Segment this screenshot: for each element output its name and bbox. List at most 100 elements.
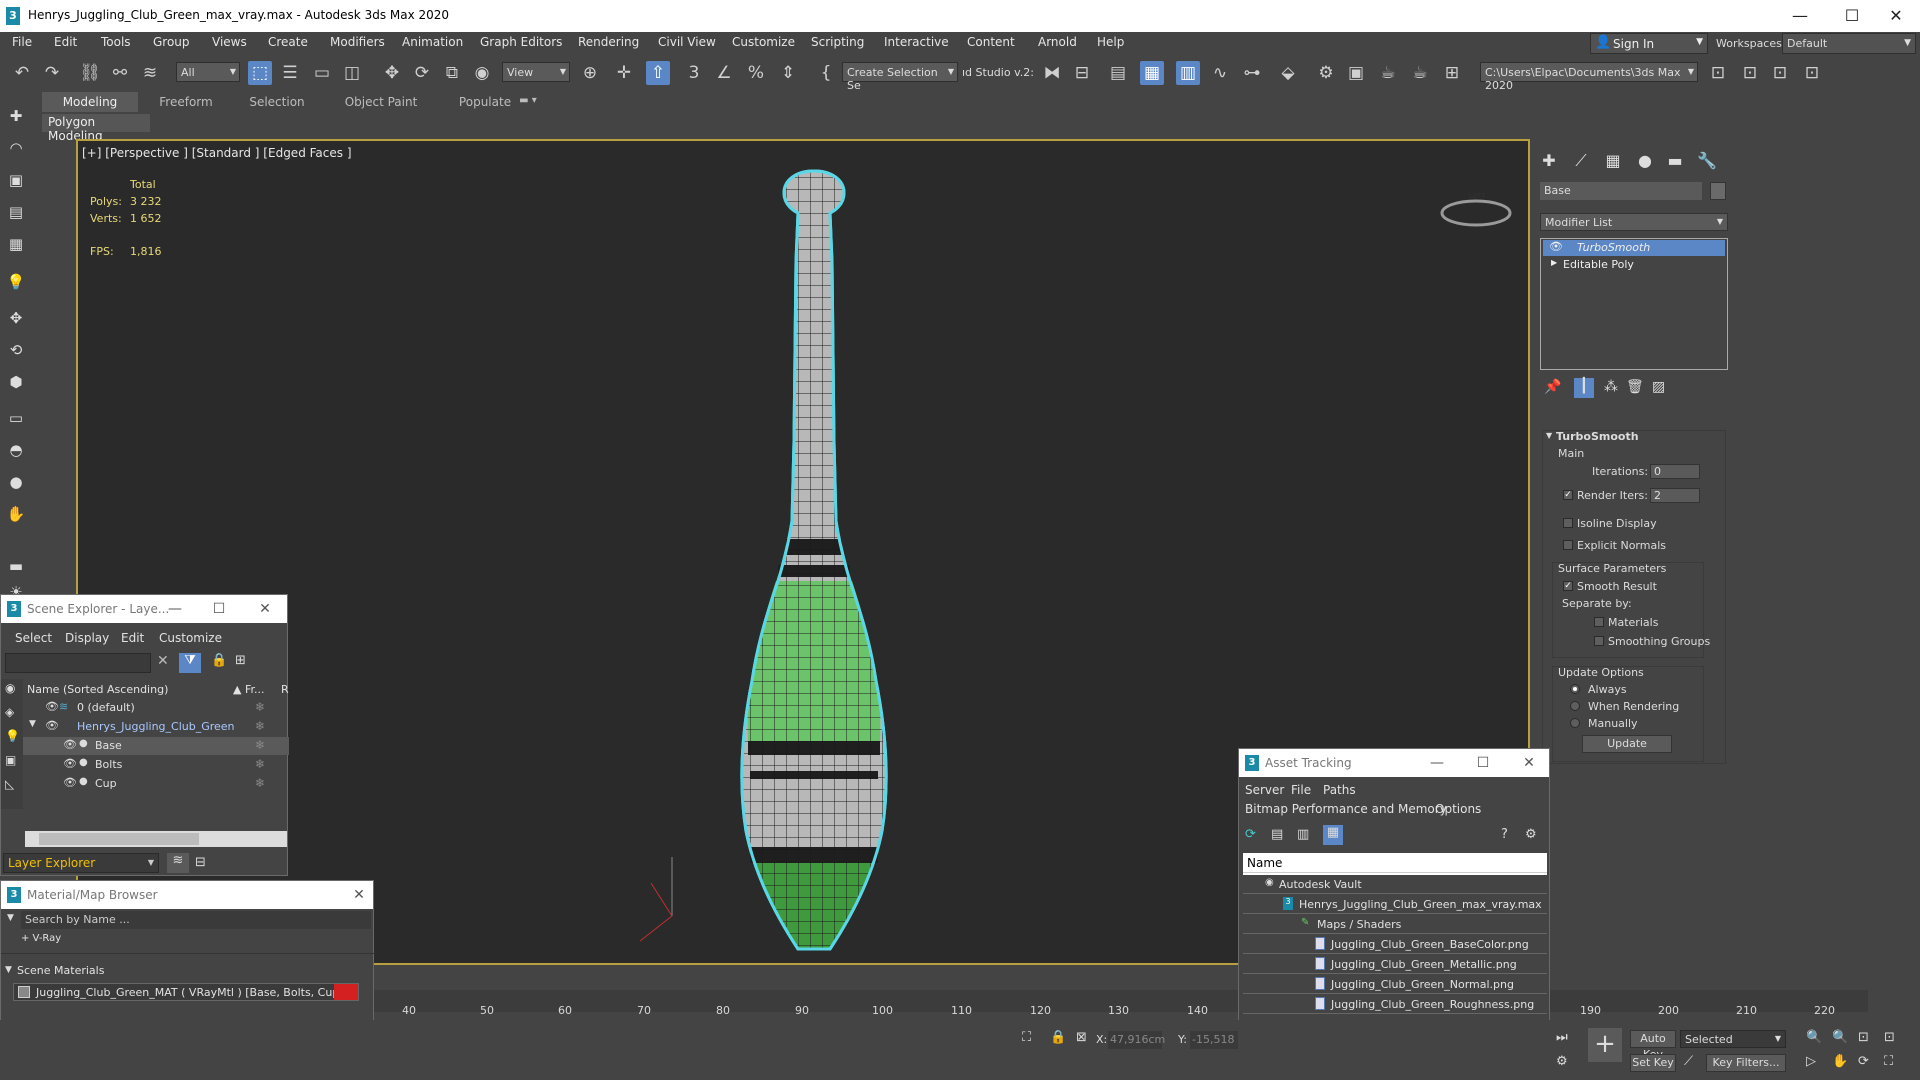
selection-lock-icon[interactable]: ⛶ bbox=[1022, 1030, 1031, 1045]
menu-arnold[interactable]: Arnold bbox=[1038, 35, 1077, 49]
scene-materials-group[interactable]: Scene Materials bbox=[17, 964, 104, 977]
key-mode-icon[interactable]: ⚙ bbox=[1556, 1054, 1568, 1069]
make-unique-icon[interactable]: ⁂ bbox=[1604, 379, 1618, 395]
remove-modifier-icon[interactable]: 🗑 bbox=[1626, 379, 1644, 395]
create-panel-icon[interactable]: ✚ bbox=[1538, 150, 1560, 172]
menu-civil-view[interactable]: Civil View bbox=[658, 35, 716, 49]
eye-icon[interactable]: 👁 bbox=[45, 719, 59, 732]
sort-by-hierarchy-icon[interactable]: ⊟ bbox=[195, 855, 206, 870]
menu-modifiers[interactable]: Modifiers bbox=[330, 35, 385, 49]
pivot-center-icon[interactable]: ⊕ bbox=[578, 61, 602, 85]
select-by-name-icon[interactable]: ☰ bbox=[278, 61, 302, 85]
eye-icon[interactable]: 👁 bbox=[45, 700, 59, 713]
named-selection-select[interactable]: Create Selection Se ▼ bbox=[842, 62, 958, 92]
rotate-icon[interactable]: ⟳ bbox=[410, 61, 434, 85]
table-row[interactable]: 👁 ● Cup ❄ bbox=[23, 775, 289, 793]
shape-icon[interactable]: ◓ bbox=[6, 440, 26, 460]
menu-content[interactable]: Content bbox=[967, 35, 1015, 49]
list-item[interactable]: Juggling_Club_Green_Normal.png bbox=[1243, 975, 1547, 994]
key-tangent-icon[interactable]: ⟋ bbox=[1684, 1054, 1693, 1069]
maximize-button[interactable]: ☐ bbox=[1473, 754, 1493, 772]
pin-stack-icon[interactable]: 📌 bbox=[1544, 379, 1561, 395]
edit-named-selection-icon[interactable]: { bbox=[814, 61, 838, 85]
toggle-scene-explorer-icon[interactable]: ▤ bbox=[1106, 61, 1130, 85]
freeze-icon[interactable]: ❄ bbox=[255, 719, 265, 733]
tab-object-paint[interactable]: Object Paint bbox=[324, 92, 438, 112]
menu-paths[interactable]: Paths bbox=[1323, 783, 1356, 797]
rollout-title[interactable]: TurboSmooth bbox=[1556, 430, 1639, 443]
angle-snap-icon[interactable]: ∠ bbox=[712, 61, 736, 85]
auto-key-button[interactable]: Auto Key bbox=[1630, 1030, 1676, 1061]
selection-filter-select[interactable]: All ▼ bbox=[176, 62, 240, 82]
menu-server[interactable]: Server bbox=[1245, 783, 1284, 797]
absolute-mode-icon[interactable]: ⊠ bbox=[1076, 1030, 1087, 1045]
mirror-icon[interactable]: ⧓ bbox=[1040, 61, 1064, 85]
x-coord-field[interactable]: 47,916cm bbox=[1108, 1031, 1165, 1049]
explicit-normals-checkbox[interactable] bbox=[1563, 540, 1573, 550]
percent-snap-icon[interactable]: % bbox=[744, 61, 768, 85]
render-production-icon[interactable]: ☕ bbox=[1376, 61, 1400, 85]
modify-panel-icon[interactable]: ⟋ bbox=[1570, 150, 1592, 172]
keyboard-shortcut-override-icon[interactable]: ⇧ bbox=[646, 61, 670, 85]
menu-help[interactable]: Help bbox=[1097, 35, 1124, 49]
render-iters-spinner[interactable]: 2 bbox=[1650, 488, 1700, 503]
lock-icon[interactable]: 🔒 bbox=[1050, 1030, 1066, 1045]
menu-display[interactable]: Display bbox=[65, 631, 109, 645]
help-icon[interactable]: ? bbox=[1501, 827, 1508, 842]
menu-views[interactable]: Views bbox=[212, 35, 247, 49]
stack-item-turbosmooth[interactable]: 👁 TurboSmooth bbox=[1543, 240, 1725, 256]
horizontal-scrollbar[interactable] bbox=[25, 831, 287, 847]
render-iterative-icon[interactable]: ☕ bbox=[1408, 61, 1432, 85]
chevron-right-icon[interactable]: ▶ bbox=[1551, 258, 1557, 267]
eye-icon[interactable]: 👁 bbox=[63, 776, 77, 789]
scene-explorer-titlebar[interactable]: 3 Scene Explorer - Laye... — ☐ ✕ bbox=[1, 595, 287, 623]
refresh-icon[interactable]: ⟳ bbox=[1245, 827, 1256, 842]
set-key-plus-icon[interactable]: + bbox=[1588, 1028, 1622, 1062]
configure-modifier-sets-icon[interactable]: ▨ bbox=[1652, 379, 1665, 395]
motion-panel-icon[interactable]: ● bbox=[1634, 150, 1656, 172]
y-coord-field[interactable]: -15,518 bbox=[1190, 1031, 1238, 1049]
list-item[interactable]: ✎ Maps / Shaders bbox=[1243, 915, 1547, 934]
tab-freeform[interactable]: Freeform bbox=[142, 92, 230, 112]
material-search-input[interactable]: Search by Name ... bbox=[21, 911, 371, 929]
scrollbar-thumb[interactable] bbox=[39, 833, 199, 845]
orbit-icon[interactable]: ⟳ bbox=[1858, 1054, 1869, 1069]
iterations-spinner[interactable]: 0 bbox=[1650, 464, 1700, 479]
list-view-icon[interactable]: ▤ bbox=[1271, 827, 1283, 842]
utilities-panel-icon[interactable]: 🔧 bbox=[1696, 150, 1718, 172]
lock-icon[interactable]: 🔒 bbox=[211, 653, 227, 668]
reference-coordinate-select[interactable]: View ▼ bbox=[502, 62, 570, 82]
project-icon-3[interactable]: ⊡ bbox=[1768, 61, 1792, 85]
toggle-ribbon-icon[interactable]: ▥ bbox=[1176, 61, 1200, 85]
set-key-button[interactable]: Set Key bbox=[1630, 1054, 1676, 1072]
col-frozen-header[interactable]: ▲ Fr... bbox=[233, 683, 265, 696]
sphere-icon[interactable]: ● bbox=[6, 472, 26, 492]
object-name-field[interactable]: Base bbox=[1540, 182, 1702, 200]
spinner-snap-icon[interactable]: ⇕ bbox=[776, 61, 800, 85]
loop-icon[interactable]: ⟲ bbox=[6, 340, 26, 360]
menu-scripting[interactable]: Scripting bbox=[811, 35, 864, 49]
grid-icon[interactable]: ▦ bbox=[6, 234, 26, 254]
hand-icon[interactable]: ✋ bbox=[6, 504, 26, 524]
close-button[interactable]: ✕ bbox=[1519, 754, 1539, 772]
add-layer-icon[interactable]: ⊞ bbox=[235, 653, 246, 668]
table-row[interactable]: ▼ 👁 Henrys_Juggling_Club_Green ❄ bbox=[23, 718, 289, 736]
link-icon[interactable]: ⛓ bbox=[78, 61, 102, 85]
viewport-label[interactable]: [+] [Perspective ] [Standard ] [Edged Fa… bbox=[82, 146, 352, 160]
material-browser-titlebar[interactable]: 3 Material/Map Browser ✕ bbox=[1, 881, 373, 909]
material-row[interactable]: Juggling_Club_Green_MAT ( VRayMtl ) [Bas… bbox=[13, 983, 359, 1001]
explorer-type-select[interactable]: Layer Explorer ▼ bbox=[3, 853, 159, 873]
manually-radio[interactable] bbox=[1570, 718, 1580, 728]
col-render-header[interactable]: R bbox=[281, 683, 289, 696]
project-icon-2[interactable]: ⊡ bbox=[1738, 61, 1762, 85]
select-object-icon[interactable]: ⬚ bbox=[248, 61, 272, 85]
display-panel-icon[interactable]: ▬ bbox=[1664, 150, 1686, 172]
window-icon[interactable]: ▭ bbox=[6, 408, 26, 428]
search-input[interactable] bbox=[5, 653, 151, 673]
rendered-frame-window-icon[interactable]: ▣ bbox=[1344, 61, 1368, 85]
snaps-toggle-icon[interactable]: 3 bbox=[682, 61, 706, 85]
transform-icon[interactable]: ✥ bbox=[6, 308, 26, 328]
chevron-down-icon[interactable]: ▼ bbox=[7, 913, 14, 923]
menu-tools[interactable]: Tools bbox=[101, 35, 131, 49]
freeze-icon[interactable]: ❄ bbox=[255, 757, 265, 771]
